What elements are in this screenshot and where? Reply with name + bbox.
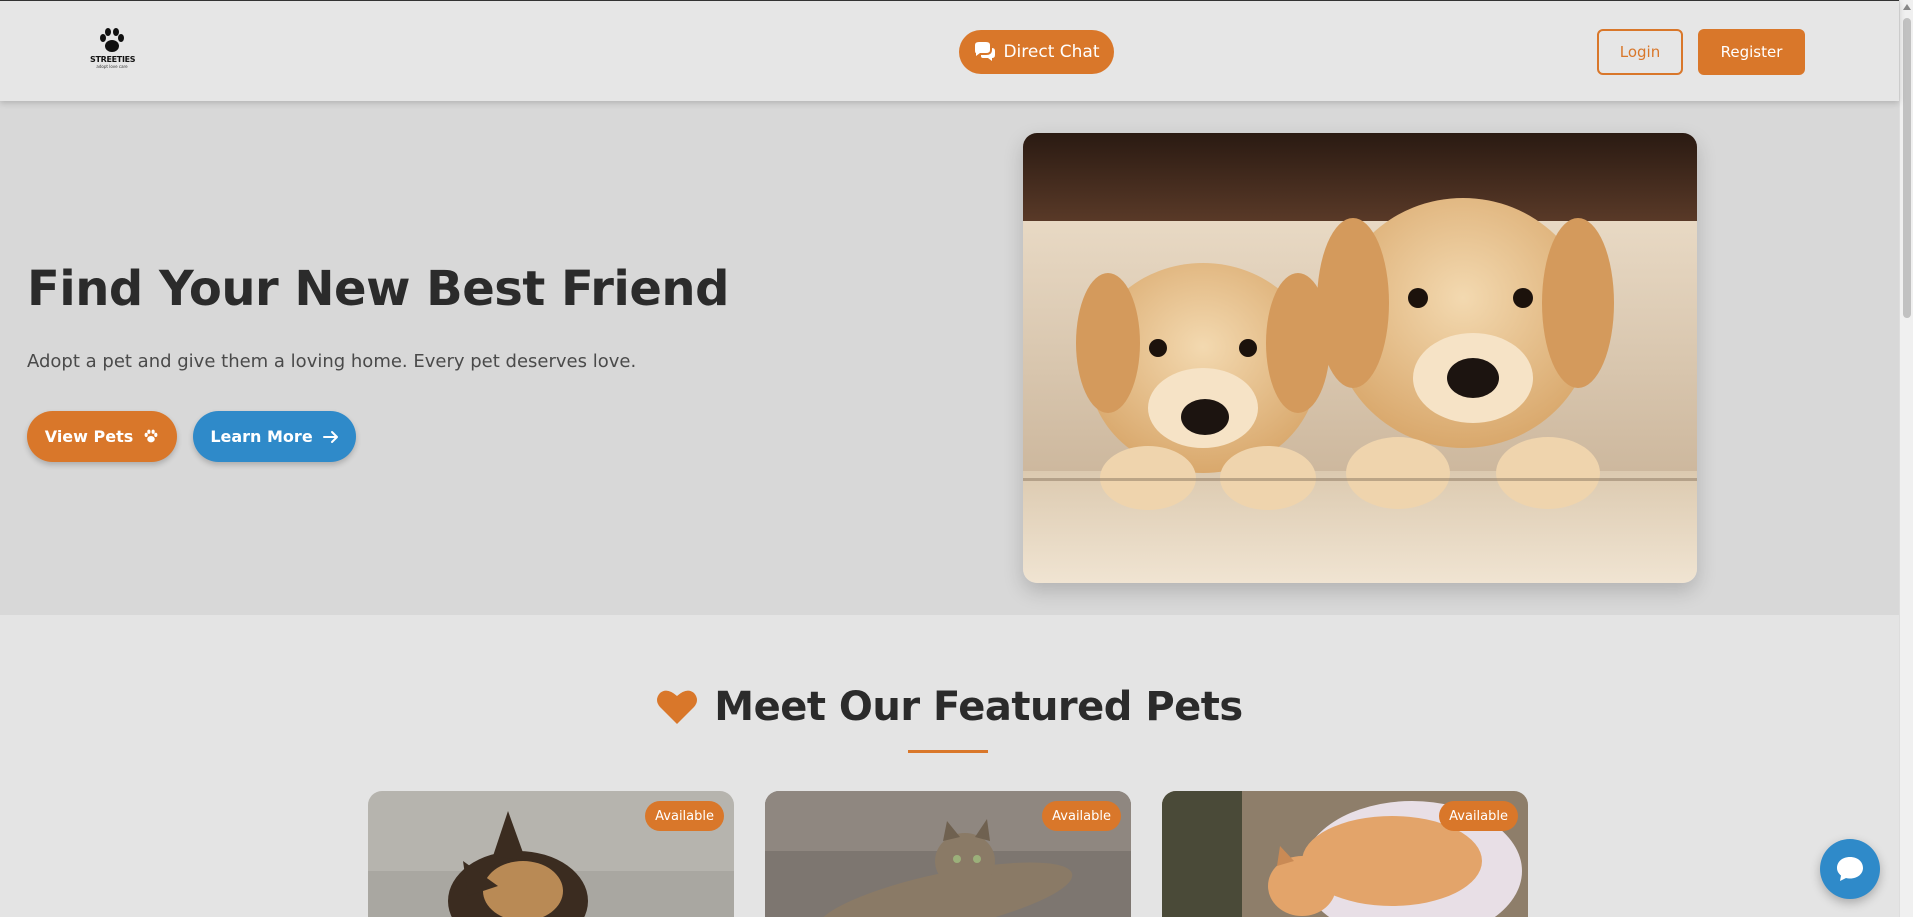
scroll-up-arrow-icon[interactable] [1903, 4, 1911, 10]
direct-chat-label: Direct Chat [1003, 42, 1100, 62]
status-badge: Available [1042, 801, 1121, 831]
status-badge: Available [645, 801, 724, 831]
paw-logo-icon [100, 28, 124, 52]
page-scrollbar[interactable] [1899, 0, 1913, 917]
arrow-right-icon [322, 430, 338, 443]
pet-card[interactable]: Available [1162, 791, 1528, 917]
status-badge: Available [1439, 801, 1518, 831]
chat-bubbles-icon [975, 42, 996, 61]
title-underline [908, 750, 988, 753]
register-button[interactable]: Register [1698, 29, 1805, 75]
hero-section: Find Your New Best Friend Adopt a pet an… [0, 101, 1899, 615]
navbar: STREETIES adopt love care Direct Chat Lo… [0, 0, 1899, 101]
learn-more-button[interactable]: Learn More [193, 411, 356, 462]
learn-more-label: Learn More [210, 427, 313, 446]
puppies-photo [1023, 133, 1697, 583]
logo-brand-text: STREETIES [90, 55, 136, 64]
pet-card[interactable]: Available [368, 791, 734, 917]
direct-chat-button[interactable]: Direct Chat [959, 30, 1114, 74]
pet-card[interactable]: Available [765, 791, 1131, 917]
view-pets-button[interactable]: View Pets [27, 411, 177, 462]
chat-icon [1837, 857, 1863, 881]
scroll-thumb[interactable] [1903, 18, 1911, 318]
logo-tagline: adopt love care [96, 64, 128, 69]
heart-icon [657, 690, 698, 724]
view-pets-label: View Pets [44, 427, 134, 446]
paw-icon [144, 429, 158, 443]
login-button[interactable]: Login [1597, 29, 1683, 75]
featured-title: Meet Our Featured Pets [714, 684, 1243, 730]
featured-heading: Meet Our Featured Pets [0, 684, 1899, 730]
site-logo[interactable]: STREETIES adopt love care [90, 27, 136, 77]
hero-subtitle: Adopt a pet and give them a loving home.… [27, 351, 637, 372]
hero-title: Find Your New Best Friend [27, 261, 729, 317]
chat-fab-button[interactable] [1820, 839, 1880, 899]
